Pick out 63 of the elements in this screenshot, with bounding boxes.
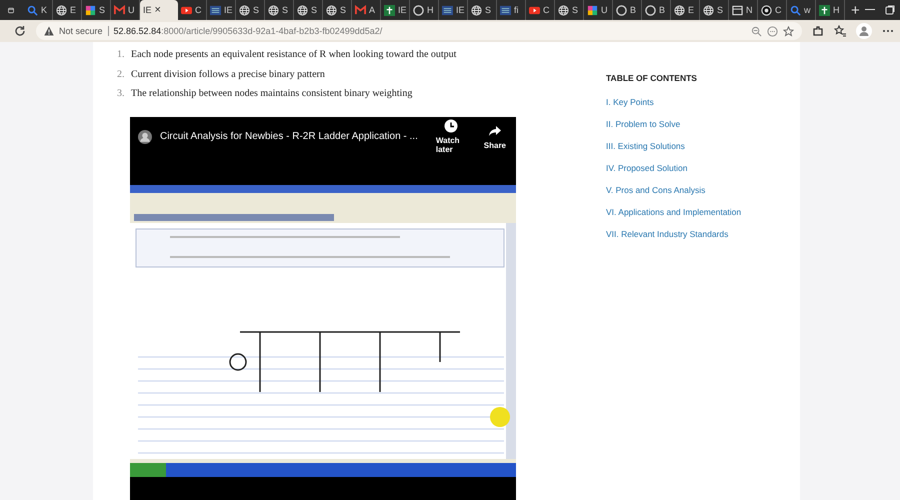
circle-icon: [645, 4, 656, 16]
toc-link[interactable]: III. Existing Solutions: [606, 135, 742, 157]
video-action-button[interactable]: Share: [484, 124, 506, 150]
calendar-icon: [732, 4, 744, 16]
zoom-icon[interactable]: [751, 26, 762, 36]
cross-icon: [819, 4, 830, 16]
mail-icon: [355, 4, 366, 16]
globe-icon: [268, 4, 280, 16]
close-tab-button[interactable]: ×: [154, 4, 161, 16]
url-text: 52.86.52.84:8000/article/9905633d-92a1-4baf-b2b3-fb02499dd5a2/: [114, 26, 382, 36]
more-icon[interactable]: [767, 26, 778, 36]
toc-link[interactable]: VII. Relevant Industry Standards: [606, 223, 742, 245]
reload-icon[interactable]: [14, 25, 26, 37]
cross-icon: [384, 4, 396, 16]
list-text: The relationship between nodes maintains consistent binary weighting: [131, 88, 412, 100]
toc-link[interactable]: V. Pros and Cons Analysis: [606, 179, 742, 201]
globe-icon: [674, 4, 686, 16]
list-number: 2.: [117, 68, 125, 80]
video-title[interactable]: Circuit Analysis for Newbies - R-2R Ladder Application - ...: [160, 131, 418, 142]
list-text: Each node presents an equivalent resistance of R when looking toward the output: [131, 49, 456, 60]
minimize-icon[interactable]: [864, 9, 875, 11]
globe-icon: [471, 4, 482, 16]
globe-icon: [56, 4, 68, 16]
security-label[interactable]: Not secure: [59, 26, 103, 36]
circle-icon: [413, 4, 424, 16]
toc-link[interactable]: VI. Applications and Implementation: [606, 201, 742, 223]
circle-icon: [616, 4, 628, 16]
search-icon: [790, 4, 802, 16]
toc-link[interactable]: I. Key Points: [606, 91, 742, 113]
toc-link[interactable]: II. Problem to Solve: [606, 113, 742, 135]
list-number: 1.: [117, 49, 125, 60]
globe-icon: [703, 4, 714, 16]
menu-icon[interactable]: [882, 29, 894, 33]
clock-icon: [444, 119, 458, 133]
globe-icon: [558, 4, 570, 16]
toc-heading: TABLE OF CONTENTS: [606, 73, 698, 83]
grid-icon: [210, 4, 222, 16]
grid-icon: [442, 4, 454, 16]
play-icon: [529, 4, 540, 16]
app-icon: [587, 4, 598, 16]
share-icon: [488, 124, 502, 138]
globe-icon: [297, 4, 308, 16]
toc-link[interactable]: IV. Proposed Solution: [606, 157, 742, 179]
circle-icon: [761, 4, 772, 16]
extensions-icon[interactable]: [812, 25, 824, 37]
play-icon: [181, 4, 192, 16]
grid-icon: [500, 4, 512, 16]
globe-icon: [239, 4, 250, 16]
list-text: Current division follows a precise binary pattern: [131, 68, 325, 80]
search-icon: [27, 4, 38, 16]
app-icon: [85, 4, 96, 16]
globe-icon: [326, 4, 338, 16]
address-field[interactable]: Not secure 52.86.52.84:8000/article/9905633d-92a1-4baf-b2b3-fb02499dd5a2/: [36, 22, 802, 40]
warning-icon: [44, 26, 54, 36]
favorites-icon[interactable]: [834, 25, 846, 37]
browser-tab[interactable]: IE ×: [140, 0, 178, 20]
profile-icon[interactable]: [856, 23, 872, 39]
new-tab-button[interactable]: +: [851, 2, 860, 18]
list-number: 3.: [117, 88, 125, 100]
video-action-button[interactable]: Watch later: [436, 119, 466, 154]
mail-icon: [114, 4, 126, 16]
restore-icon[interactable]: [884, 5, 895, 15]
star-icon[interactable]: [783, 26, 794, 36]
